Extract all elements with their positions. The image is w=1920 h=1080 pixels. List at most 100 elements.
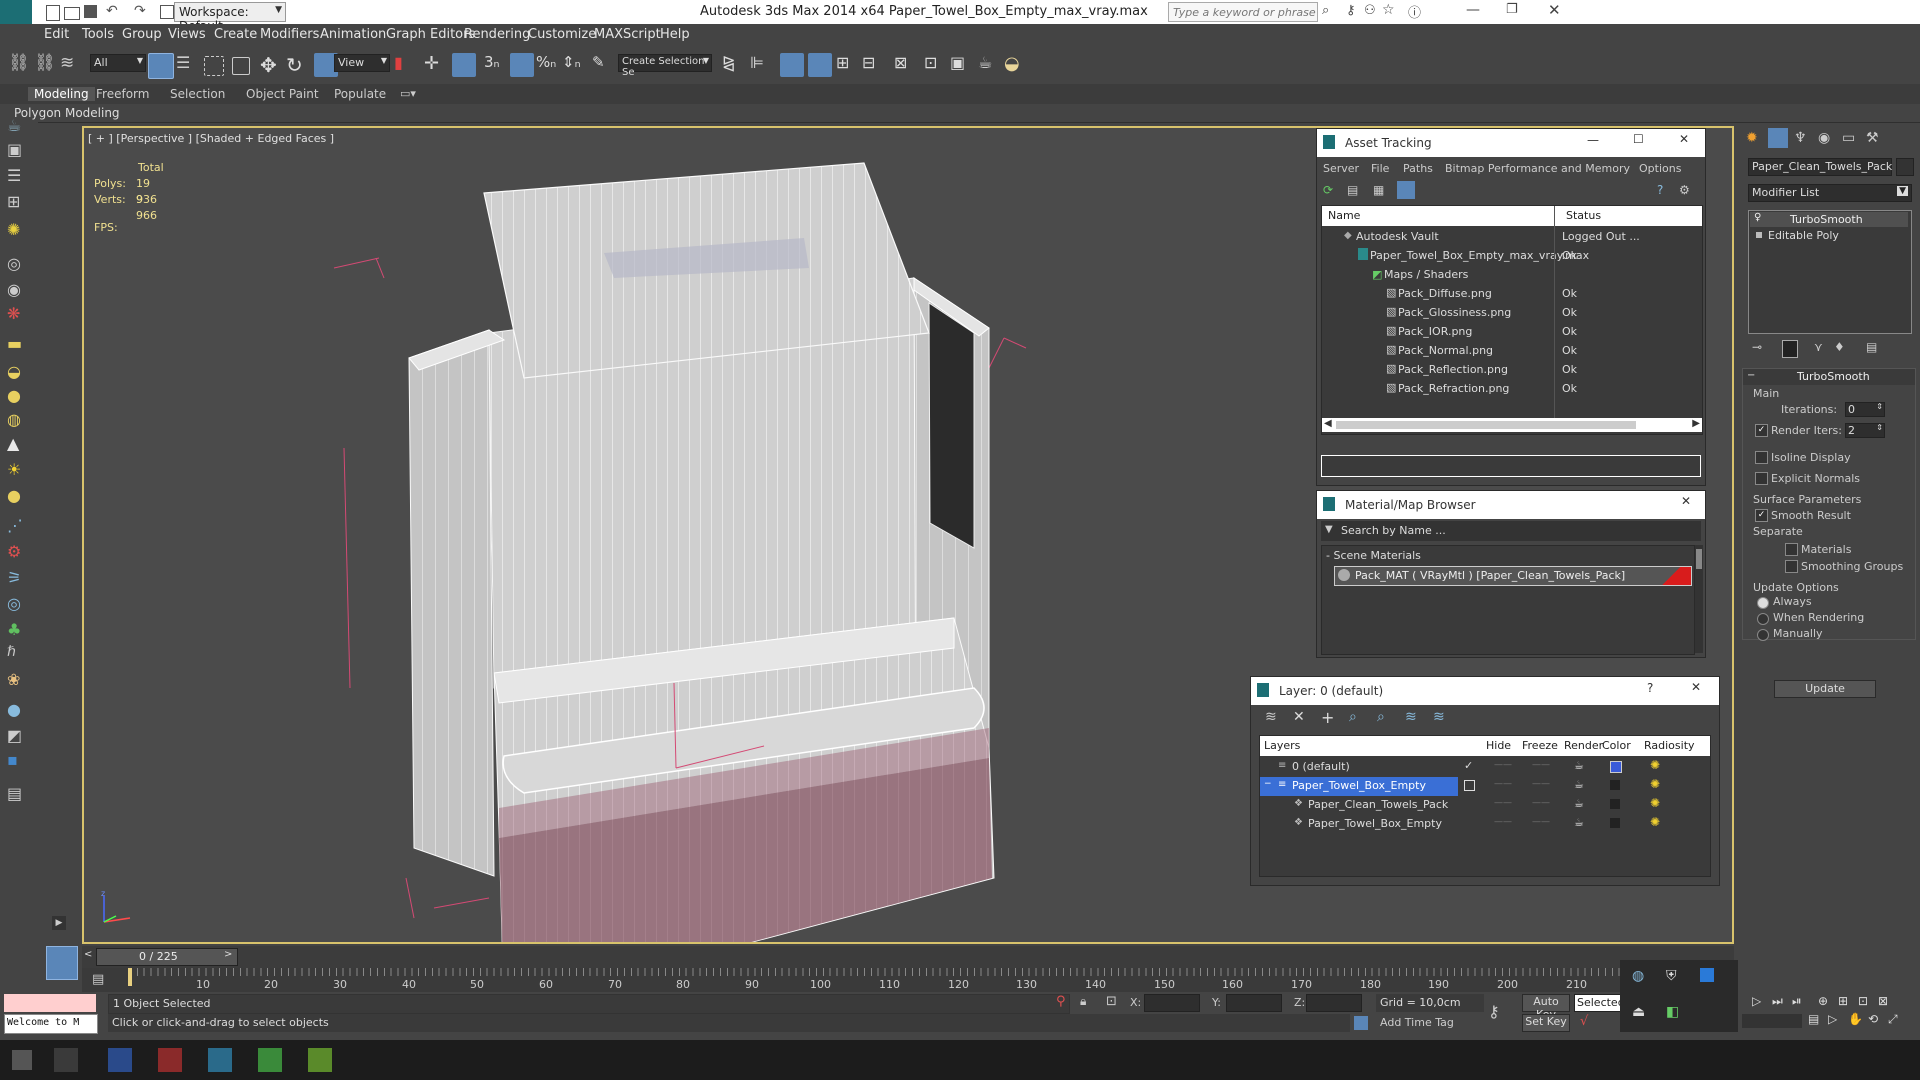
pan-icon[interactable]: ✋ <box>1848 1012 1863 1026</box>
time-tag-icon[interactable] <box>1354 1016 1368 1030</box>
grid-icon[interactable]: ⊞ <box>7 192 31 216</box>
minimize-icon[interactable]: — <box>1466 2 1480 18</box>
column-status[interactable]: Status <box>1566 209 1601 222</box>
time-slider[interactable]: < 0 / 225 > <box>82 946 1734 968</box>
named-selection-set-dropdown[interactable]: Create Selection Se ▼ <box>618 54 712 78</box>
selection-lock-icon[interactable]: 🔒︎ <box>1080 994 1086 1009</box>
workspace-dropdown[interactable]: Workspace: Default ▼ <box>174 2 286 33</box>
asset-tracking-titlebar[interactable]: Asset Tracking — ☐ ✕ <box>1317 129 1705 157</box>
asset-row[interactable]: ▧ Pack_Refraction.png Ok <box>1322 380 1702 399</box>
show-end-result-icon[interactable] <box>1782 340 1798 358</box>
menu-paths[interactable]: Paths <box>1403 162 1433 175</box>
menu-options[interactable]: Options <box>1639 162 1681 175</box>
person-icon[interactable]: ⚇ <box>1364 3 1376 18</box>
settings-icon[interactable]: ⚙ <box>1679 183 1690 197</box>
cylinder-icon[interactable]: ● <box>7 386 31 410</box>
add-time-tag-label[interactable]: Add Time Tag <box>1380 1016 1454 1029</box>
spinner-snap-icon[interactable]: ⇕ₙ <box>562 53 586 77</box>
pin-stack-icon[interactable]: ⊸ <box>1752 340 1762 354</box>
freeze-toggle[interactable]: —— <box>1532 779 1550 789</box>
render-iters-checkbox[interactable]: ✓ <box>1755 424 1768 437</box>
tab-modeling[interactable]: Modeling <box>28 87 95 101</box>
zoom-all-icon[interactable]: ⊞ <box>1838 994 1848 1008</box>
curve-editor-icon[interactable]: ⊞ <box>836 53 860 77</box>
materials-checkbox[interactable] <box>1785 543 1798 556</box>
close-icon[interactable]: ✕ <box>1681 494 1691 508</box>
active-layer-check-icon[interactable]: ✓ <box>1464 759 1473 772</box>
iterations-spinner[interactable]: 0 ⇕ <box>1845 402 1885 417</box>
layer-manager-icon[interactable] <box>780 53 804 77</box>
binoculars-icon[interactable]: ⌕ <box>1322 3 1329 18</box>
tab-freeform[interactable]: Freeform <box>96 87 149 101</box>
helper-icon[interactable]: ◉ <box>7 280 31 304</box>
create-layer-icon[interactable]: ≋ <box>1265 709 1277 725</box>
asset-row[interactable]: ▧ Pack_IOR.png Ok <box>1322 323 1702 342</box>
add-to-layer-icon[interactable]: + <box>1321 708 1334 727</box>
cloth-icon[interactable]: ❀ <box>7 670 31 694</box>
isolate-selection-icon[interactable]: ⚲ <box>1056 994 1066 1009</box>
render-sphere-icon[interactable]: ● <box>7 700 31 724</box>
link-icon[interactable]: ⛓ <box>8 53 32 77</box>
angle-snap-icon[interactable] <box>510 53 534 77</box>
script-icon[interactable]: ▤ <box>7 784 31 808</box>
layer-row[interactable]: ≡ 0 (default) ✓ —— —— ☕ ✺ <box>1260 758 1710 777</box>
orbit-icon[interactable]: ⟲ <box>1868 1012 1878 1026</box>
time-slider-thumb[interactable]: 0 / 225 <box>96 948 238 966</box>
bluetooth-icon[interactable] <box>1700 968 1714 982</box>
set-key-mode-icon[interactable]: ⚷ <box>1488 1002 1500 1021</box>
options-chevron-icon[interactable]: ▼ <box>1325 524 1333 535</box>
radiosity-icon[interactable]: ✺ <box>1650 796 1660 810</box>
menu-customize[interactable]: Customize <box>528 27 596 42</box>
move-icon[interactable]: ✥ <box>260 53 284 77</box>
tree-view-icon[interactable]: ▦ <box>1373 183 1384 197</box>
asset-row[interactable]: ◆ Autodesk Vault Logged Out ... <box>1322 228 1702 247</box>
track-bar[interactable]: ▤ 10 20 30 40 50 60 70 80 90 100 110 120… <box>82 968 1734 992</box>
menu-views[interactable]: Views <box>168 27 206 42</box>
teapot-icon[interactable]: ☕ <box>7 116 31 140</box>
scroll-thumb[interactable] <box>1696 549 1702 569</box>
radiosity-icon[interactable]: ✺ <box>1650 815 1660 829</box>
render-teapot-icon[interactable]: ☕ <box>1574 797 1584 810</box>
usb-icon[interactable]: ⏏ <box>1632 1004 1645 1020</box>
material-icon[interactable]: ◩ <box>7 726 31 750</box>
display-tab-icon[interactable]: ▭ <box>1842 130 1855 146</box>
layer-row-controls[interactable]: —— —— ☕ ✺ <box>1458 777 1710 796</box>
horizontal-scrollbar[interactable]: ◀ ▶ <box>1322 418 1702 432</box>
taskbar-app-icon[interactable] <box>108 1048 132 1072</box>
column-hide[interactable]: Hide <box>1486 739 1511 752</box>
column-render[interactable]: Render <box>1564 739 1603 752</box>
material-browser-titlebar[interactable]: Material/Map Browser ✕ <box>1317 491 1705 519</box>
app-logo[interactable] <box>0 0 32 24</box>
hierarchy-tab-icon[interactable]: ♆ <box>1794 130 1807 146</box>
column-radiosity[interactable]: Radiosity <box>1644 739 1695 752</box>
explicit-normals-checkbox[interactable] <box>1755 472 1768 485</box>
env-icon[interactable]: ▪ <box>7 750 31 774</box>
hide-toggle[interactable]: —— <box>1494 817 1512 827</box>
schematic-view-icon[interactable]: ⊟ <box>862 53 886 77</box>
taskbar-app-icon[interactable] <box>258 1048 282 1072</box>
smooth-result-checkbox[interactable]: ✓ <box>1755 509 1768 522</box>
highlight-layer-icon[interactable]: ⌕ <box>1377 709 1385 725</box>
particle-icon[interactable]: ⋰ <box>7 516 31 540</box>
shield-icon[interactable]: ⛨ <box>1666 968 1677 984</box>
next-key-icon[interactable]: ⏭ <box>1772 994 1783 1009</box>
radiosity-icon[interactable]: ✺ <box>1650 758 1660 772</box>
scene-materials-header[interactable]: - Scene Materials <box>1326 549 1421 562</box>
radiosity-icon[interactable]: ✺ <box>1650 777 1660 791</box>
new-file-icon[interactable] <box>46 5 60 21</box>
hide-all-layers-icon[interactable]: ≋ <box>1405 709 1417 725</box>
maxscript-listener-field[interactable]: Welcome to M <box>4 1014 98 1034</box>
stack-item-editable-poly[interactable]: Editable Poly <box>1750 228 1908 243</box>
render-production-icon[interactable]: ☕ <box>978 53 1002 77</box>
freeze-all-layers-icon[interactable]: ≋ <box>1433 709 1445 725</box>
remove-modifier-icon[interactable]: ♦ <box>1834 340 1845 354</box>
render-iterative-icon[interactable]: ◒ <box>1004 53 1028 77</box>
asset-row[interactable]: ◩ Maps / Shaders <box>1322 266 1702 285</box>
hide-toggle[interactable]: —— <box>1494 779 1512 789</box>
material-browser-scrollbar[interactable] <box>1695 545 1703 653</box>
close-icon[interactable]: ✕ <box>1679 132 1689 146</box>
z-coordinate-field[interactable] <box>1306 994 1362 1012</box>
layer-color-swatch[interactable] <box>1610 780 1620 790</box>
edit-named-selection-icon[interactable]: ✎ <box>592 53 616 77</box>
menu-group[interactable]: Group <box>122 27 162 42</box>
